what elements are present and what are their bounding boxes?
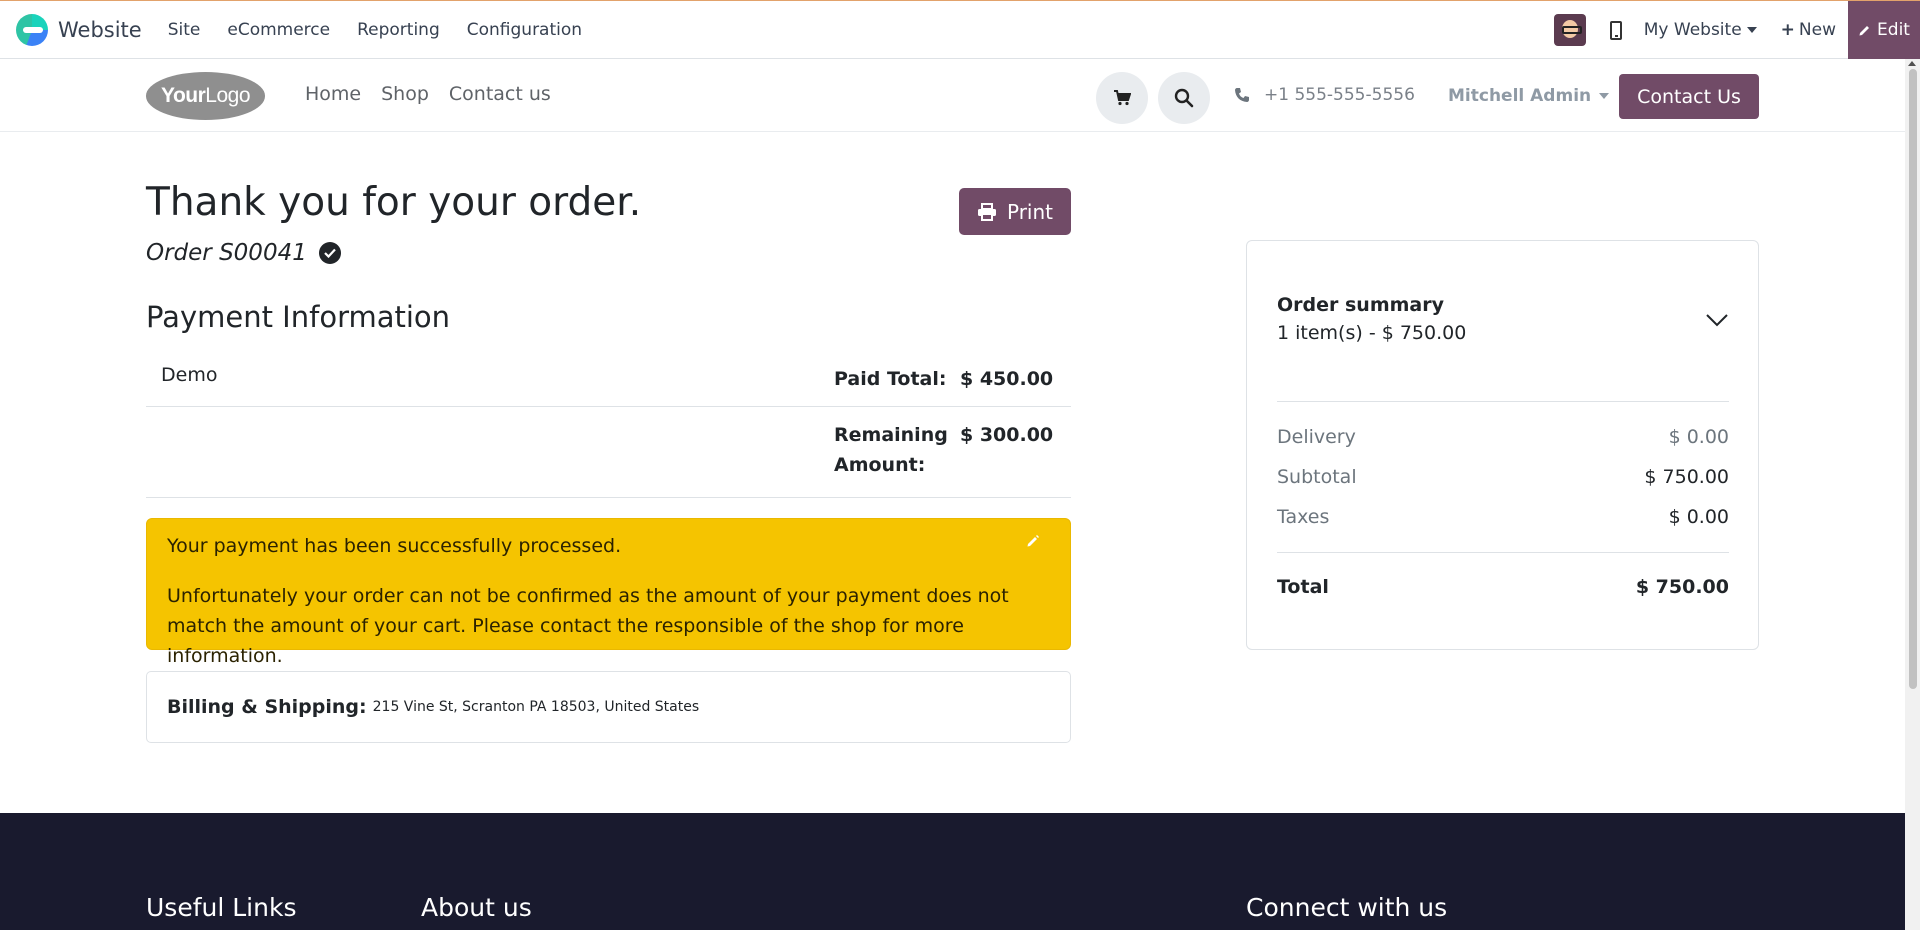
phone-number: +1 555-555-5556 bbox=[1264, 85, 1415, 105]
payment-row: Remaining Amount: $ 300.00 bbox=[146, 407, 1071, 498]
user-dropdown[interactable]: Mitchell Admin bbox=[1448, 86, 1610, 106]
menu-configuration[interactable]: Configuration bbox=[467, 20, 582, 40]
website-switcher-label: My Website bbox=[1643, 20, 1742, 40]
payment-alert: Your payment has been successfully proce… bbox=[146, 518, 1071, 667]
print-button-label: Print bbox=[1006, 199, 1053, 224]
divider bbox=[1277, 552, 1729, 553]
user-name: Mitchell Admin bbox=[1448, 86, 1592, 106]
printer-icon bbox=[977, 202, 996, 221]
contact-us-button[interactable]: Contact Us bbox=[1619, 74, 1759, 119]
pencil-icon bbox=[1859, 26, 1870, 36]
nav-home[interactable]: Home bbox=[305, 83, 361, 105]
footer-heading-about-us: About us bbox=[421, 893, 532, 922]
summary-line-delivery: Delivery $ 0.00 bbox=[1277, 426, 1729, 448]
order-summary-title: Order summary bbox=[1277, 294, 1445, 316]
website-app-icon bbox=[16, 13, 48, 46]
order-reference: Order S00041 bbox=[146, 240, 341, 266]
billing-label: Billing & Shipping: bbox=[167, 696, 367, 718]
plus-icon: + bbox=[1780, 20, 1795, 40]
mobile-preview-icon[interactable] bbox=[1609, 20, 1622, 40]
cart-button[interactable] bbox=[1096, 72, 1148, 124]
user-avatar[interactable] bbox=[1553, 14, 1586, 46]
order-number: Order S00041 bbox=[146, 240, 307, 266]
summary-line-label: Delivery bbox=[1277, 426, 1356, 448]
summary-line-value: $ 0.00 bbox=[1668, 506, 1729, 528]
app-name: Website bbox=[58, 17, 142, 42]
site-footer: Useful Links About us Connect with us bbox=[0, 813, 1905, 930]
edit-button[interactable]: Edit bbox=[1848, 1, 1920, 59]
cart-icon bbox=[1114, 90, 1131, 106]
summary-line-label: Taxes bbox=[1277, 506, 1330, 528]
caret-down-icon bbox=[1746, 27, 1757, 33]
search-button[interactable] bbox=[1158, 72, 1210, 124]
footer-heading-useful-links: Useful Links bbox=[146, 893, 297, 922]
billing-shipping-card: Billing & Shipping: 215 Vine St, Scranto… bbox=[146, 671, 1071, 743]
new-button[interactable]: + New bbox=[1781, 20, 1836, 40]
edit-button-label: Edit bbox=[1877, 20, 1910, 40]
caret-down-icon bbox=[1599, 93, 1610, 99]
payment-amount: $ 300.00 bbox=[960, 424, 1054, 446]
admin-menu: Site eCommerce Reporting Configuration bbox=[168, 20, 609, 40]
order-summary-card: Order summary 1 item(s) - $ 750.00 Deliv… bbox=[1246, 240, 1759, 650]
summary-total-label: Total bbox=[1277, 576, 1329, 598]
payment-method: Demo bbox=[161, 364, 218, 386]
summary-total-value: $ 750.00 bbox=[1635, 576, 1729, 598]
alert-success-text: Your payment has been successfully proce… bbox=[167, 535, 622, 557]
search-icon bbox=[1174, 88, 1194, 108]
order-summary-toggle[interactable]: Order summary 1 item(s) - $ 750.00 bbox=[1277, 294, 1466, 344]
nav-contact-us[interactable]: Contact us bbox=[449, 83, 551, 105]
scrollbar-thumb[interactable] bbox=[1909, 69, 1917, 689]
chevron-down-icon[interactable] bbox=[1706, 313, 1728, 327]
menu-ecommerce[interactable]: eCommerce bbox=[227, 20, 330, 40]
menu-reporting[interactable]: Reporting bbox=[357, 20, 440, 40]
logo-text-rest: Logo bbox=[205, 84, 250, 107]
pencil-icon[interactable] bbox=[1026, 534, 1040, 548]
summary-total: Total $ 750.00 bbox=[1277, 576, 1729, 598]
summary-line-label: Subtotal bbox=[1277, 466, 1357, 488]
billing-address: 215 Vine St, Scranton PA 18503, United S… bbox=[372, 699, 700, 715]
footer-heading-connect: Connect with us bbox=[1246, 893, 1448, 922]
payment-amount: $ 450.00 bbox=[960, 368, 1054, 390]
phone-link[interactable]: +1 555-555-5556 bbox=[1234, 85, 1415, 105]
payment-info-heading: Payment Information bbox=[146, 300, 451, 334]
payment-label: Paid Total: bbox=[834, 368, 947, 390]
admin-right-tools: My Website + New Edit bbox=[1553, 1, 1920, 59]
phone-icon bbox=[1235, 88, 1249, 102]
alert-warning-text: Unfortunately your order can not be conf… bbox=[167, 585, 1009, 667]
check-circle-icon bbox=[318, 242, 341, 264]
website-switcher[interactable]: My Website bbox=[1644, 20, 1757, 40]
nav-shop[interactable]: Shop bbox=[381, 83, 429, 105]
logo-text-bold: Your bbox=[161, 84, 206, 107]
summary-line-taxes: Taxes $ 0.00 bbox=[1277, 506, 1729, 528]
payment-method bbox=[146, 407, 834, 497]
summary-line-subtotal: Subtotal $ 750.00 bbox=[1277, 466, 1729, 488]
payment-row: Demo Paid Total: $ 450.00 bbox=[146, 353, 1071, 407]
order-summary-items: 1 item(s) - $ 750.00 bbox=[1277, 322, 1467, 344]
menu-site[interactable]: Site bbox=[168, 20, 201, 40]
site-logo[interactable]: Your Logo bbox=[146, 72, 265, 120]
payment-label: Remaining Amount: bbox=[834, 424, 948, 476]
site-nav: Home Shop Contact us bbox=[305, 83, 571, 105]
print-button[interactable]: Print bbox=[959, 188, 1071, 235]
page-title: Thank you for your order. bbox=[146, 180, 642, 225]
new-button-label: New bbox=[1798, 20, 1836, 40]
payment-table: Demo Paid Total: $ 450.00 Remaining Amou… bbox=[146, 353, 1071, 498]
app-brand[interactable]: Website bbox=[16, 13, 142, 46]
summary-line-value: $ 750.00 bbox=[1644, 466, 1729, 488]
admin-bar: Website Site eCommerce Reporting Configu… bbox=[0, 0, 1920, 59]
scroll-up-arrow-icon[interactable] bbox=[1908, 61, 1916, 66]
page-scrollbar[interactable] bbox=[1905, 59, 1920, 930]
summary-line-value: $ 0.00 bbox=[1668, 426, 1729, 448]
site-header: Your Logo Home Shop Contact us +1 555-555… bbox=[0, 59, 1905, 132]
divider bbox=[1277, 401, 1729, 402]
